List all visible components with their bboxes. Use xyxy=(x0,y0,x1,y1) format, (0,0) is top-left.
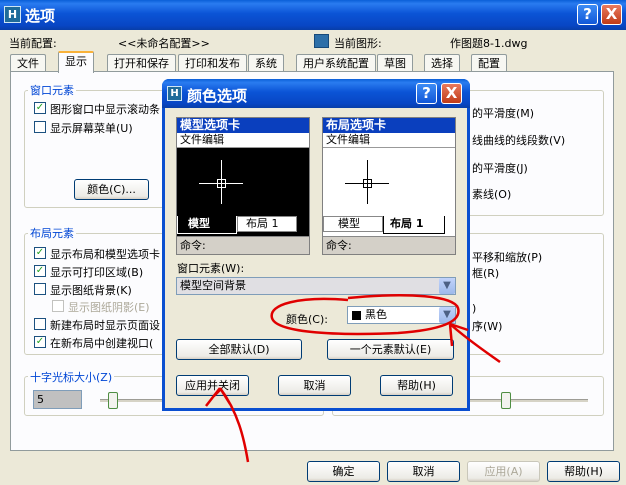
apply-button: 应用(A) xyxy=(467,461,540,482)
show-paper-shadow-label: 显示图纸阴影(E) xyxy=(68,301,150,314)
color-select-value: 黑色 xyxy=(365,308,387,321)
model-tab-preview[interactable]: 模型选项卡 文件编辑 模型 布局 1 命令: xyxy=(176,117,310,255)
window-element-label: 窗口元素(W): xyxy=(177,262,245,275)
show-printable-area-checkbox[interactable]: ✓ xyxy=(34,265,46,277)
layout-tab-preview[interactable]: 布局选项卡 文件编辑 模型 布局 1 命令: xyxy=(322,117,456,255)
tab-files[interactable]: 文件 xyxy=(10,54,46,72)
layout-preview-command: 命令: xyxy=(323,236,455,254)
main-titlebar: H 选项 ? X xyxy=(0,0,626,30)
layout-crosshair-box xyxy=(363,179,372,188)
model-preview-tab-layout: 布局 1 xyxy=(237,216,297,232)
model-crosshair-box xyxy=(217,179,226,188)
show-paper-background-checkbox[interactable] xyxy=(34,283,46,295)
layout-preview-tab-model: 模型 xyxy=(323,216,383,232)
color-dialog-close-button[interactable]: X xyxy=(441,83,462,104)
window-element-value: 模型空间背景 xyxy=(180,279,246,292)
tab-selection[interactable]: 选择 xyxy=(424,54,460,72)
color-dialog-titlebar: H 颜色选项 ? X xyxy=(162,79,470,108)
right-slider-track[interactable] xyxy=(470,399,588,402)
colors-button[interactable]: 颜色(C)... xyxy=(74,179,149,200)
current-config-label: 当前配置: xyxy=(9,37,57,50)
crosshair-slider-thumb[interactable] xyxy=(108,392,118,409)
main-help-button[interactable]: ? xyxy=(577,4,598,25)
restore-one-button[interactable]: 一个元素默认(E) xyxy=(327,339,454,360)
show-paper-shadow-checkbox xyxy=(52,300,64,312)
model-preview-command: 命令: xyxy=(177,236,309,254)
layout-preview-canvas xyxy=(323,148,455,214)
color-dialog-title: 颜色选项 xyxy=(187,87,248,105)
layout-elements-group-label: 布局元素 xyxy=(28,225,76,241)
app-icon: H xyxy=(4,6,21,23)
drawing-icon xyxy=(314,34,329,48)
restore-all-button[interactable]: 全部默认(D) xyxy=(176,339,302,360)
ok-button[interactable]: 确定 xyxy=(307,461,380,482)
show-scrollbars-checkbox[interactable]: ✓ xyxy=(34,102,46,114)
show-scrollbars-label: 图形窗口中显示滚动条 xyxy=(50,103,160,116)
layout-preview-tab-layout: 布局 1 xyxy=(383,216,445,234)
model-preview-tabs: 模型 布局 1 xyxy=(177,214,309,236)
help-button[interactable]: 帮助(H) xyxy=(547,461,620,482)
show-screen-menu-label: 显示屏幕菜单(U) xyxy=(50,122,133,135)
tab-plot-publish[interactable]: 打印和发布 xyxy=(178,54,247,72)
current-drawing-value: 作图题8-1.dwg xyxy=(450,37,528,50)
show-layout-tabs-checkbox[interactable]: ✓ xyxy=(34,247,46,259)
current-config-value: <<未命名配置>> xyxy=(118,37,210,50)
layout-preview-tab-layout-label: 布局 1 xyxy=(390,217,424,230)
color-cancel-button[interactable]: 取消 xyxy=(278,375,351,396)
color-dialog-help-button[interactable]: ? xyxy=(416,83,437,104)
show-layout-tabs-label: 显示布局和模型选项卡 xyxy=(50,248,160,261)
color-select[interactable]: 黑色 ▼ xyxy=(347,306,456,324)
tab-open-save[interactable]: 打开和保存 xyxy=(107,54,176,72)
crosshair-size-label: 十字光标大小(Z) xyxy=(28,369,115,385)
window-element-select[interactable]: 模型空间背景 ▼ xyxy=(176,277,456,295)
layout-preview-title: 布局选项卡 xyxy=(323,118,455,133)
cancel-button[interactable]: 取消 xyxy=(387,461,460,482)
crosshair-size-input[interactable]: 5 xyxy=(33,390,82,409)
main-close-button[interactable]: X xyxy=(601,4,622,25)
model-preview-tab-layout-label: 布局 1 xyxy=(246,217,279,230)
apply-close-button[interactable]: 应用并关闭 xyxy=(176,375,249,396)
color-label: 颜色(C): xyxy=(286,313,328,326)
color-dialog-body: 模型选项卡 文件编辑 模型 布局 1 命令: 布局选项卡 文件编辑 模型 布局 … xyxy=(165,108,467,408)
model-preview-menu: 文件编辑 xyxy=(177,133,309,148)
main-window-title: 选项 xyxy=(25,7,56,25)
layout-preview-tab-model-label: 模型 xyxy=(338,217,360,230)
color-swatch xyxy=(352,311,361,320)
show-page-setup-checkbox[interactable] xyxy=(34,318,46,330)
model-preview-tab-model-label: 模型 xyxy=(188,217,210,230)
show-screen-menu-checkbox[interactable] xyxy=(34,121,46,133)
model-preview-canvas xyxy=(177,148,309,214)
window-elements-group-label: 窗口元素 xyxy=(28,82,76,98)
color-help-button[interactable]: 帮助(H) xyxy=(380,375,453,396)
color-options-dialog: H 颜色选项 ? X 模型选项卡 文件编辑 模型 布局 1 命令: 布局选项卡 … xyxy=(162,79,470,411)
show-paper-background-label: 显示图纸背景(K) xyxy=(50,284,132,297)
right-slider-thumb[interactable] xyxy=(501,392,511,409)
create-viewport-label: 在新布局中创建视口( xyxy=(50,337,154,350)
current-drawing-label: 当前图形: xyxy=(334,37,382,50)
tab-profiles[interactable]: 配置 xyxy=(471,54,507,72)
tab-display[interactable]: 显示 xyxy=(58,51,94,73)
color-dialog-app-icon: H xyxy=(167,86,182,101)
window-element-dropdown-icon[interactable]: ▼ xyxy=(439,278,455,294)
show-printable-area-label: 显示可打印区域(B) xyxy=(50,266,144,279)
color-dropdown-icon[interactable]: ▼ xyxy=(439,307,455,323)
model-preview-tab-model: 模型 xyxy=(177,216,237,234)
layout-preview-tabs: 模型 布局 1 xyxy=(323,214,455,236)
tab-drafting[interactable]: 草图 xyxy=(377,54,413,72)
create-viewport-checkbox[interactable]: ✓ xyxy=(34,336,46,348)
tab-system[interactable]: 系统 xyxy=(248,54,284,72)
show-page-setup-label: 新建布局时显示页面设 xyxy=(50,319,160,332)
tab-user-prefs[interactable]: 用户系统配置 xyxy=(296,54,376,72)
model-preview-title: 模型选项卡 xyxy=(177,118,309,133)
layout-preview-menu: 文件编辑 xyxy=(323,133,455,148)
